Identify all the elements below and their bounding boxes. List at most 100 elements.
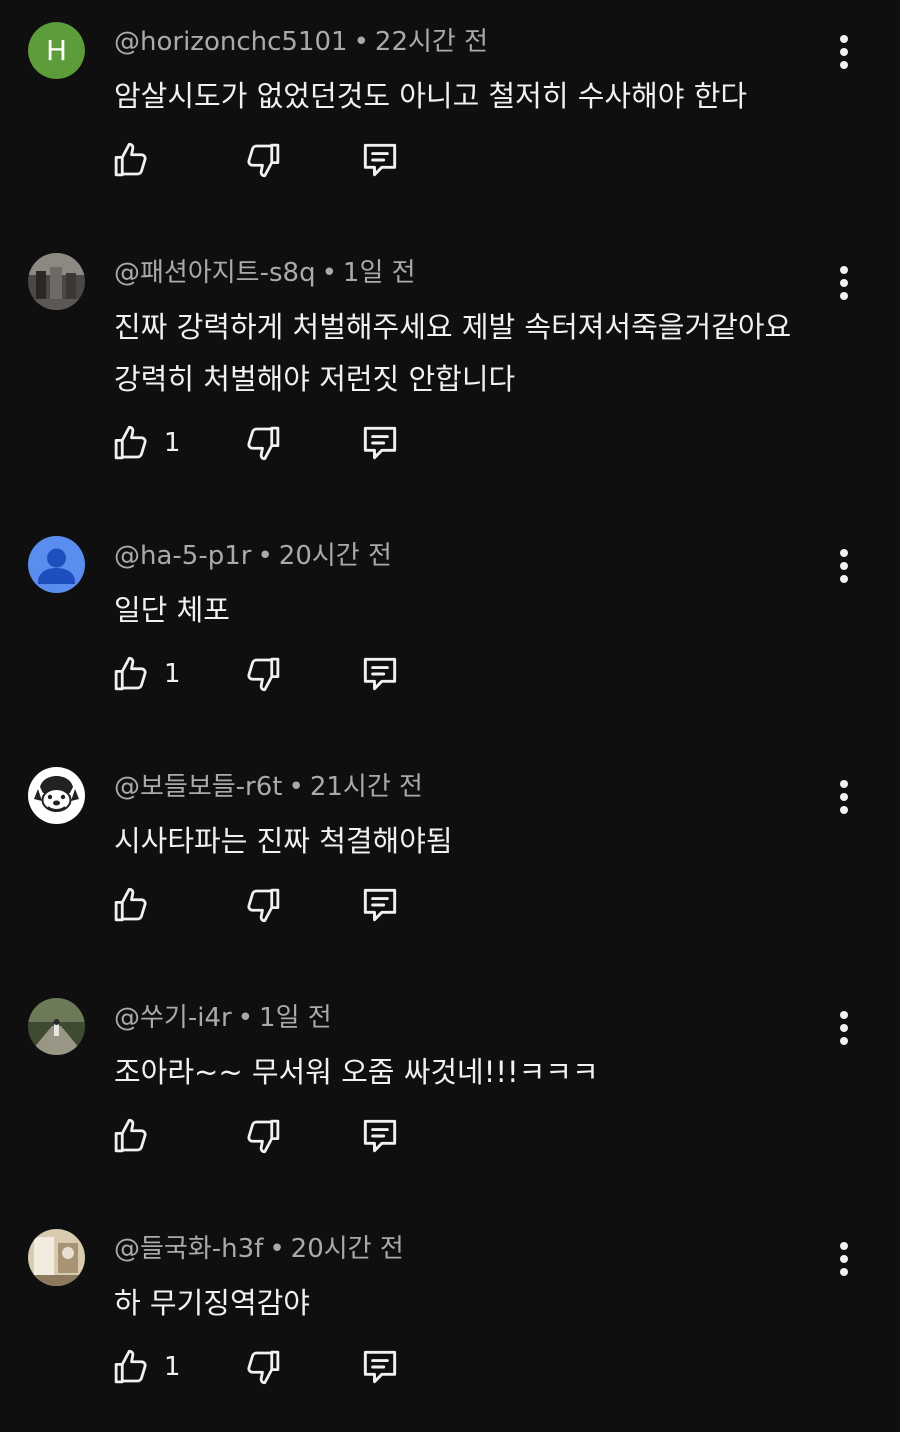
reply-button[interactable] <box>358 883 402 927</box>
like-button[interactable] <box>110 883 164 927</box>
comment-author[interactable]: @들국화-h3f <box>114 1234 263 1264</box>
avatar[interactable] <box>28 998 85 1055</box>
separator-dot: • <box>237 1003 254 1033</box>
comment-line: 일단 체포 <box>114 593 230 627</box>
more-options-button[interactable] <box>826 32 862 72</box>
dislike-button[interactable] <box>242 138 284 182</box>
more-options-button[interactable] <box>826 546 862 586</box>
more-vertical-icon <box>840 780 848 814</box>
reply-button[interactable] <box>358 652 402 696</box>
reply-comment-icon <box>363 888 397 922</box>
thumb-down-icon <box>247 143 280 178</box>
like-count: 1 <box>164 1352 181 1382</box>
reply-comment-icon <box>363 657 397 691</box>
avatar[interactable] <box>28 1229 85 1286</box>
comment-text: 암살시도가 없었던것도 아니고 철저히 수사해야 한다 <box>114 70 854 122</box>
comment-actions <box>110 138 430 182</box>
comment-author[interactable]: @보들보들-r6t <box>114 772 283 802</box>
separator-dot: • <box>353 27 369 57</box>
comment-text: 일단 체포 <box>114 584 854 636</box>
thumb-down-icon <box>247 1119 280 1154</box>
comment-line: 하 무기징역감야 <box>114 1286 310 1320</box>
more-options-button[interactable] <box>826 1008 862 1048</box>
comment-actions <box>110 1114 430 1158</box>
avatar[interactable]: H <box>28 22 85 79</box>
like-button[interactable]: 1 <box>110 421 181 465</box>
comment-line: 진짜 강력하게 처벌해주세요 제발 속터져서죽을거같아요 <box>114 310 792 344</box>
comment-meta: @패션아지트-s8q • 1일 전 <box>114 255 416 291</box>
comment-actions <box>110 883 430 927</box>
comment-time[interactable]: 1일 전 <box>343 258 416 288</box>
reply-comment-icon <box>363 143 397 177</box>
comment-actions: 1 <box>110 652 430 696</box>
like-count: 1 <box>164 428 181 458</box>
separator-dot: • <box>269 1234 285 1264</box>
comment-time[interactable]: 21시간 전 <box>310 772 423 802</box>
comment-line: 암살시도가 없었던것도 아니고 철저히 수사해야 한다 <box>114 79 748 113</box>
like-button[interactable] <box>110 1114 164 1158</box>
comment-meta: @들국화-h3f • 20시간 전 <box>114 1231 404 1267</box>
separator-dot: • <box>257 541 273 571</box>
comment-actions: 1 <box>110 421 430 465</box>
dog-drawing-icon <box>28 767 85 824</box>
avatar[interactable] <box>28 536 85 593</box>
comment-line: 강력히 처벌해야 저런짓 안합니다 <box>114 362 516 396</box>
thumb-down-icon <box>247 888 280 923</box>
thumb-up-icon <box>114 656 147 691</box>
avatar-photo-icon <box>28 998 85 1055</box>
avatar[interactable] <box>28 253 85 310</box>
comment-author[interactable]: @ha-5-p1r <box>114 541 251 571</box>
dislike-button[interactable] <box>242 421 284 465</box>
thumb-up-icon <box>114 1349 147 1384</box>
more-options-button[interactable] <box>826 263 862 303</box>
like-button[interactable]: 1 <box>110 652 181 696</box>
comment-actions: 1 <box>110 1345 430 1389</box>
dislike-button[interactable] <box>242 883 284 927</box>
comment-text: 진짜 강력하게 처벌해주세요 제발 속터져서죽을거같아요 강력히 처벌해야 저런… <box>114 301 854 405</box>
default-person-icon <box>28 536 85 593</box>
thumb-down-icon <box>247 426 280 461</box>
comment-meta: @horizonchc5101 • 22시간 전 <box>114 24 488 60</box>
comment-meta: @보들보들-r6t • 21시간 전 <box>114 769 423 805</box>
comment-time[interactable]: 20시간 전 <box>291 1234 404 1264</box>
comment-author[interactable]: @horizonchc5101 <box>114 27 348 57</box>
comment-time[interactable]: 22시간 전 <box>375 27 488 57</box>
thumb-up-icon <box>114 425 147 460</box>
comment-author[interactable]: @패션아지트-s8q <box>114 258 316 288</box>
comment-time[interactable]: 1일 전 <box>259 1003 332 1033</box>
separator-dot: • <box>288 772 304 802</box>
reply-comment-icon <box>363 426 397 460</box>
like-button[interactable]: 1 <box>110 1345 181 1389</box>
thumb-up-icon <box>114 1118 147 1153</box>
like-button[interactable] <box>110 138 164 182</box>
reply-button[interactable] <box>358 1345 402 1389</box>
dislike-button[interactable] <box>242 1114 284 1158</box>
more-vertical-icon <box>840 1242 848 1276</box>
comment-time[interactable]: 20시간 전 <box>279 541 392 571</box>
comment-text: 조아라~~ 무서워 오줌 싸것네!!!ㅋㅋㅋ <box>114 1046 854 1098</box>
avatar-letter: H <box>28 22 85 79</box>
more-options-button[interactable] <box>826 1239 862 1279</box>
comment-line: 조아라~~ 무서워 오줌 싸것네!!!ㅋㅋㅋ <box>114 1055 599 1089</box>
reply-comment-icon <box>363 1119 397 1153</box>
comment-text: 시사타파는 진짜 척결해야됨 <box>114 815 854 867</box>
avatar-photo-icon <box>28 253 85 310</box>
reply-button[interactable] <box>358 421 402 465</box>
reply-comment-icon <box>363 1350 397 1384</box>
more-options-button[interactable] <box>826 777 862 817</box>
separator-dot: • <box>321 258 337 288</box>
comment-line: 시사타파는 진짜 척결해야됨 <box>114 824 453 858</box>
more-vertical-icon <box>840 266 848 300</box>
thumb-up-icon <box>114 887 147 922</box>
reply-button[interactable] <box>358 138 402 182</box>
dislike-button[interactable] <box>242 1345 284 1389</box>
more-vertical-icon <box>840 1011 848 1045</box>
like-count: 1 <box>164 659 181 689</box>
comment-text: 하 무기징역감야 <box>114 1277 854 1329</box>
comment-author[interactable]: @쑤기-i4r <box>114 1003 232 1033</box>
avatar[interactable] <box>28 767 85 824</box>
thumb-up-icon <box>114 142 147 177</box>
dislike-button[interactable] <box>242 652 284 696</box>
reply-button[interactable] <box>358 1114 402 1158</box>
comment-meta: @쑤기-i4r • 1일 전 <box>114 1000 332 1036</box>
